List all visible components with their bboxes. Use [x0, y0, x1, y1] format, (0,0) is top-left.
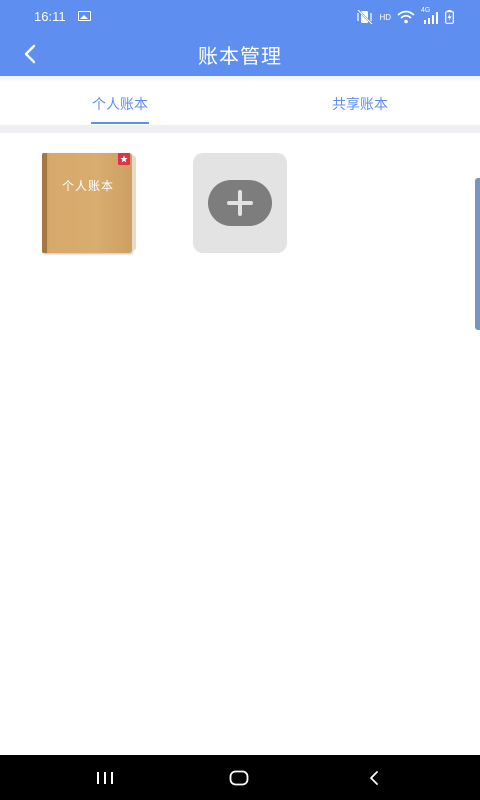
cell-signal: 4G [421, 7, 439, 24]
system-nav-bar [0, 755, 480, 800]
title-bar: 账本管理 [0, 34, 480, 76]
bookmark-badge [118, 153, 130, 165]
tab-label: 共享账本 [332, 97, 388, 113]
recent-apps-icon [97, 772, 113, 784]
scroll-indicator[interactable] [475, 178, 480, 330]
ledger-grid: 个人账本 [0, 133, 480, 755]
screen: 16:11 HD 4G 账本管理 个人账本 共享账本 个人账本 [0, 0, 480, 800]
tab-bar: 个人账本 共享账本 [0, 82, 480, 126]
section-divider [0, 125, 480, 133]
home-button[interactable] [227, 767, 251, 789]
book-spine [42, 153, 47, 253]
tab-selected-indicator [91, 122, 149, 124]
star-icon [120, 155, 128, 163]
nav-back-button[interactable] [364, 767, 384, 789]
tab-label: 个人账本 [92, 97, 148, 113]
status-icons: HD 4G [357, 7, 454, 25]
tab-personal-ledger[interactable]: 个人账本 [0, 82, 240, 126]
page-title: 账本管理 [198, 44, 282, 68]
wifi-icon [397, 10, 415, 24]
add-ledger-button[interactable] [193, 153, 287, 253]
book-icon [42, 153, 132, 253]
tab-shared-ledger[interactable]: 共享账本 [240, 82, 480, 126]
add-circle [208, 180, 272, 226]
status-bar: 16:11 HD 4G [0, 0, 480, 34]
plus-icon [227, 190, 253, 216]
hd-label: HD [379, 12, 391, 22]
ledger-name: 个人账本 [61, 179, 114, 193]
ledger-book-personal[interactable]: 个人账本 [42, 153, 136, 253]
book-pages [132, 156, 136, 250]
battery-charging-icon [445, 10, 454, 24]
status-time: 16:11 [34, 9, 66, 24]
signal-bars-icon [424, 12, 438, 24]
home-icon [229, 770, 249, 786]
recent-apps-button[interactable] [94, 767, 116, 789]
app-header: 16:11 HD 4G 账本管理 [0, 0, 480, 76]
back-icon [370, 771, 378, 785]
image-notification-icon [78, 11, 91, 21]
mute-vibrate-icon [357, 10, 374, 24]
